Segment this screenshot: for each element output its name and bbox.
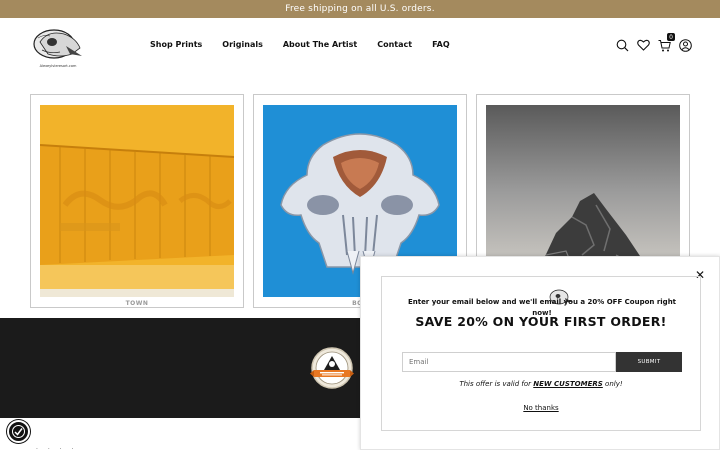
- offer-prefix: This offer is valid for: [459, 380, 534, 388]
- offer-note: This offer is valid for NEW CUSTOMERS on…: [382, 380, 700, 388]
- bird-skull-logo-icon: [33, 29, 82, 59]
- award-badge-icon: [310, 347, 354, 389]
- submit-button[interactable]: SUBMIT: [616, 352, 682, 372]
- nav-shop-prints[interactable]: Shop Prints: [150, 40, 202, 49]
- offer-highlight: NEW CUSTOMERS: [533, 380, 603, 388]
- cart-icon[interactable]: 0: [657, 33, 675, 52]
- search-icon[interactable]: [615, 38, 629, 52]
- site-logo[interactable]: AlexeyIvleresort.com: [30, 24, 86, 72]
- heart-icon[interactable]: [636, 38, 650, 52]
- nav-about-the-artist[interactable]: About The Artist: [283, 40, 357, 49]
- header-icons: 0: [615, 33, 692, 52]
- nav-contact[interactable]: Contact: [377, 40, 412, 49]
- announcement-bar: Free shipping on all U.S. orders.: [0, 0, 720, 18]
- main-nav: Shop Prints Originals About The Artist C…: [150, 40, 450, 49]
- user-icon[interactable]: [678, 38, 692, 52]
- footer-peek-text: · · · ·: [36, 446, 78, 450]
- no-thanks-link[interactable]: No thanks: [382, 404, 700, 412]
- page: Free shipping on all U.S. orders. Alexey…: [0, 0, 720, 450]
- offer-suffix: only!: [602, 380, 623, 388]
- freight-train-painting: [40, 105, 234, 297]
- seal-badge: [310, 346, 354, 390]
- popup-content: SAVE 20% ON YOUR FIRST ORDER! Enter your…: [381, 276, 701, 431]
- nav-faq[interactable]: FAQ: [432, 40, 450, 49]
- product-caption: TOWN: [125, 300, 149, 307]
- email-input[interactable]: [402, 352, 616, 372]
- product-card[interactable]: TOWN: [30, 94, 244, 308]
- logo-caption: AlexeyIvleresort.com: [39, 64, 77, 68]
- accessibility-icon: [12, 425, 25, 438]
- popup-subtitle: Enter your email below and we'll email y…: [407, 298, 677, 317]
- announcement-text: Free shipping on all U.S. orders.: [285, 4, 435, 14]
- email-signup-popup: ✕ SAVE 20% ON YOUR FIRST ORDER! Enter yo…: [360, 256, 720, 450]
- nav-originals[interactable]: Originals: [222, 40, 263, 49]
- accessibility-button[interactable]: [7, 420, 30, 443]
- site-header: AlexeyIvleresort.com Shop Prints Origina…: [0, 18, 720, 76]
- cart-count-badge: 0: [667, 33, 675, 41]
